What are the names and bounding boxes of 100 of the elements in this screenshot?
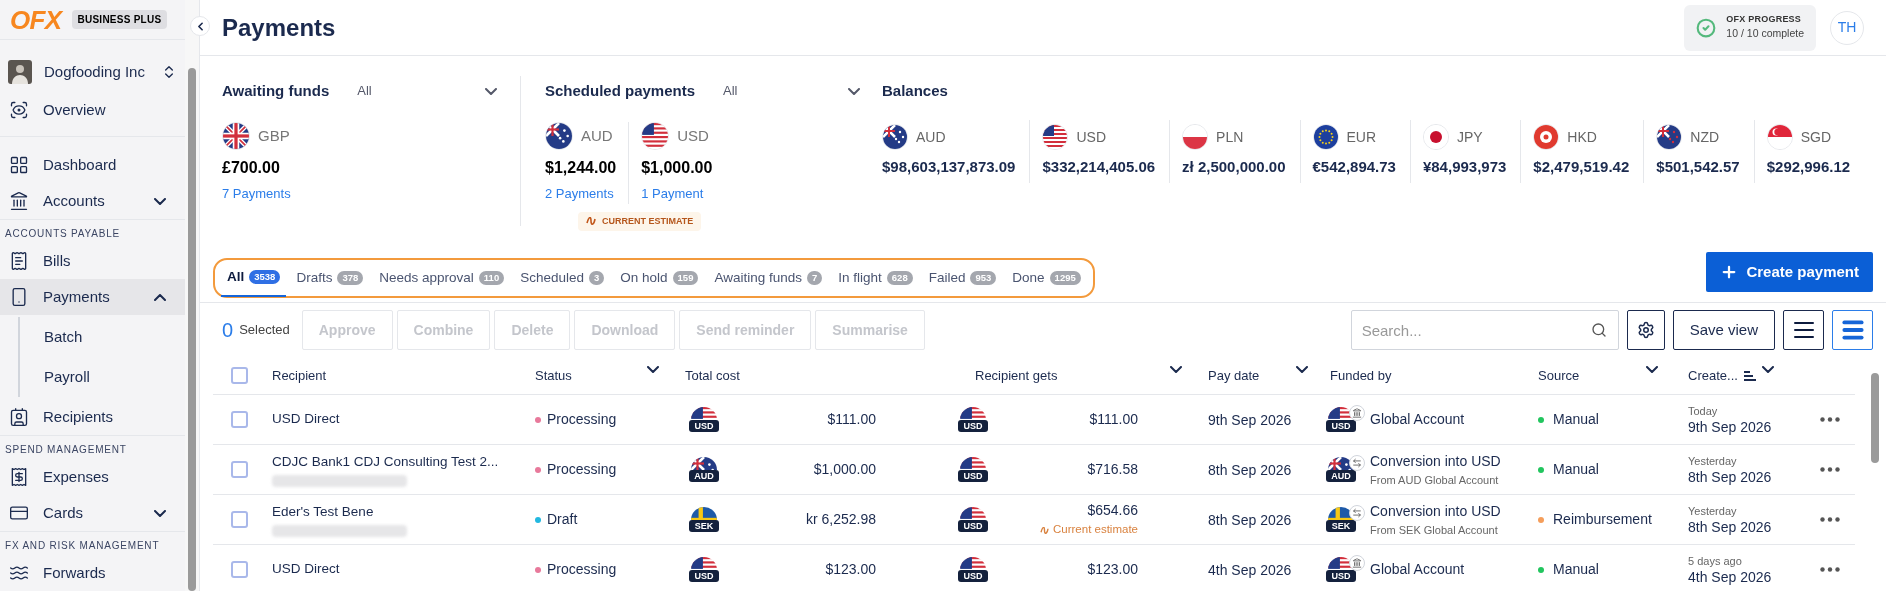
chevron-down-icon xyxy=(848,87,860,95)
currency-code: USD xyxy=(689,420,719,432)
balance-amount: $501,542.57 xyxy=(1656,157,1740,177)
tab[interactable]: Needs approval 110 xyxy=(373,259,511,297)
sidebar-item[interactable]: Bills xyxy=(0,243,186,279)
column-header[interactable]: Recipient gets xyxy=(975,365,1058,386)
sidebar-item[interactable]: Cards xyxy=(0,495,186,531)
create-payment-button[interactable]: Create payment xyxy=(1706,252,1873,292)
more-button[interactable] xyxy=(1818,415,1842,424)
currency-code: USD xyxy=(958,470,988,482)
payments-link[interactable]: 1 Payment xyxy=(641,184,713,204)
count-badge: 159 xyxy=(672,271,699,285)
sidebar-item[interactable]: Expenses xyxy=(0,459,186,495)
bank-icon xyxy=(9,191,29,211)
column-header[interactable]: Create... xyxy=(1688,365,1738,386)
flag-icon xyxy=(882,124,908,150)
currency-code: SGD xyxy=(1800,127,1832,147)
currency-code: HKD xyxy=(1567,127,1597,147)
count-badge: 1295 xyxy=(1049,271,1081,285)
organisation-switcher[interactable]: Dogfooding Inc xyxy=(0,52,186,92)
wave-icon xyxy=(586,217,596,226)
save-view-button[interactable]: Save view xyxy=(1672,310,1775,350)
total-cost: $1,000.00 xyxy=(813,460,876,479)
column-header[interactable]: Recipient xyxy=(272,365,327,386)
selected-count: 0 xyxy=(222,318,234,343)
more-icon xyxy=(1820,467,1840,472)
currency-code: USD xyxy=(677,125,709,146)
plan-badge: BUSINESS PLUS xyxy=(71,10,168,29)
flag-icon xyxy=(1533,124,1560,150)
section-heading: FX AND RISK MANAGEMENT xyxy=(4,539,161,553)
flag-icon xyxy=(1766,124,1793,150)
flag-icon xyxy=(1422,124,1449,150)
tab[interactable]: Scheduled 3 xyxy=(514,259,611,297)
flag-icon xyxy=(691,557,717,570)
progress-title: OFX PROGRESS xyxy=(1726,12,1803,26)
more-button[interactable] xyxy=(1818,565,1842,574)
checkbox[interactable] xyxy=(231,561,248,578)
tab[interactable]: Awaiting funds 7 xyxy=(708,259,829,297)
estimate-note: Current estimate xyxy=(1040,521,1138,539)
tab[interactable]: Done 1295 xyxy=(1006,259,1087,297)
checkbox[interactable] xyxy=(231,411,248,428)
tab[interactable]: All 3538 xyxy=(221,259,287,297)
view-toggle[interactable] xyxy=(1783,310,1824,350)
relative-date: Yesterday xyxy=(1688,453,1738,468)
section-heading: SPEND MANAGEMENT xyxy=(4,443,128,457)
settings-button[interactable] xyxy=(1626,310,1665,350)
amount: $1,000.00 xyxy=(641,158,713,178)
balance-amount: ¥84,993,973 xyxy=(1422,157,1507,177)
organisation-name: Dogfooding Inc xyxy=(44,61,146,82)
column-header[interactable]: Source xyxy=(1538,365,1580,386)
sidebar-item[interactable]: Forwards xyxy=(0,555,186,591)
checkbox[interactable] xyxy=(231,461,248,478)
checkbox[interactable] xyxy=(231,367,248,384)
scrollbar[interactable] xyxy=(1871,373,1879,463)
sidebar-item[interactable]: Accounts xyxy=(0,183,186,219)
currency-code: AUD xyxy=(581,125,613,146)
filter-dropdown[interactable]: All xyxy=(723,81,860,101)
sidebar-item[interactable]: Recipients xyxy=(0,399,186,435)
tab[interactable]: On hold 159 xyxy=(614,259,705,297)
more-button[interactable] xyxy=(1818,465,1842,474)
payments-link[interactable]: 2 Payments xyxy=(545,184,617,204)
search-field[interactable]: Search... xyxy=(1350,310,1619,350)
source-text: Manual xyxy=(1553,560,1599,579)
flag-icon xyxy=(691,507,717,520)
recipient-amount: $654.66 xyxy=(1087,501,1138,521)
relative-date: Yesterday xyxy=(1688,503,1738,518)
sidebar-subitem[interactable]: Batch xyxy=(20,317,186,357)
progress-card[interactable]: OFX PROGRESS 10 / 10 complete xyxy=(1684,4,1816,51)
flag-icon xyxy=(691,407,717,420)
column-header[interactable]: Pay date xyxy=(1208,365,1260,386)
bank-icon xyxy=(1352,558,1362,568)
currency-code: SEK xyxy=(689,520,719,532)
sidebar-item[interactable]: Dashboard xyxy=(0,147,186,183)
section-title: Balances xyxy=(882,80,948,101)
selected-label: Selected xyxy=(239,321,290,340)
sidebar-item[interactable]: Overview xyxy=(0,92,186,128)
column-header[interactable]: Total cost xyxy=(685,365,740,386)
created-date: 8th Sep 2026 xyxy=(1688,517,1773,536)
view-toggle[interactable] xyxy=(1832,310,1873,350)
status-text: Processing xyxy=(547,410,617,429)
column-header[interactable]: Status xyxy=(535,365,572,386)
source-text: Reimbursement xyxy=(1553,510,1652,529)
column-header[interactable]: Funded by xyxy=(1330,365,1392,386)
scrollbar[interactable] xyxy=(188,68,197,591)
checkbox[interactable] xyxy=(231,511,248,528)
more-button[interactable] xyxy=(1818,515,1842,524)
tab[interactable]: Drafts 378 xyxy=(290,259,370,297)
tab[interactable]: In flight 628 xyxy=(832,259,919,297)
payments-link[interactable]: 7 Payments xyxy=(222,184,291,204)
flag-icon xyxy=(960,407,986,420)
sidebar-subitem[interactable]: Payroll xyxy=(20,357,186,397)
search-icon xyxy=(1590,322,1607,338)
collapse-button[interactable] xyxy=(190,16,210,36)
receipt-icon xyxy=(9,467,29,487)
recipient-name: Eder's Test Bene xyxy=(272,502,375,521)
logo: OFX xyxy=(10,6,62,33)
grid-icon xyxy=(9,155,29,175)
tab[interactable]: Failed 953 xyxy=(922,259,1003,297)
filter-dropdown[interactable]: All xyxy=(357,81,498,101)
sidebar-item[interactable]: Payments xyxy=(0,279,186,315)
